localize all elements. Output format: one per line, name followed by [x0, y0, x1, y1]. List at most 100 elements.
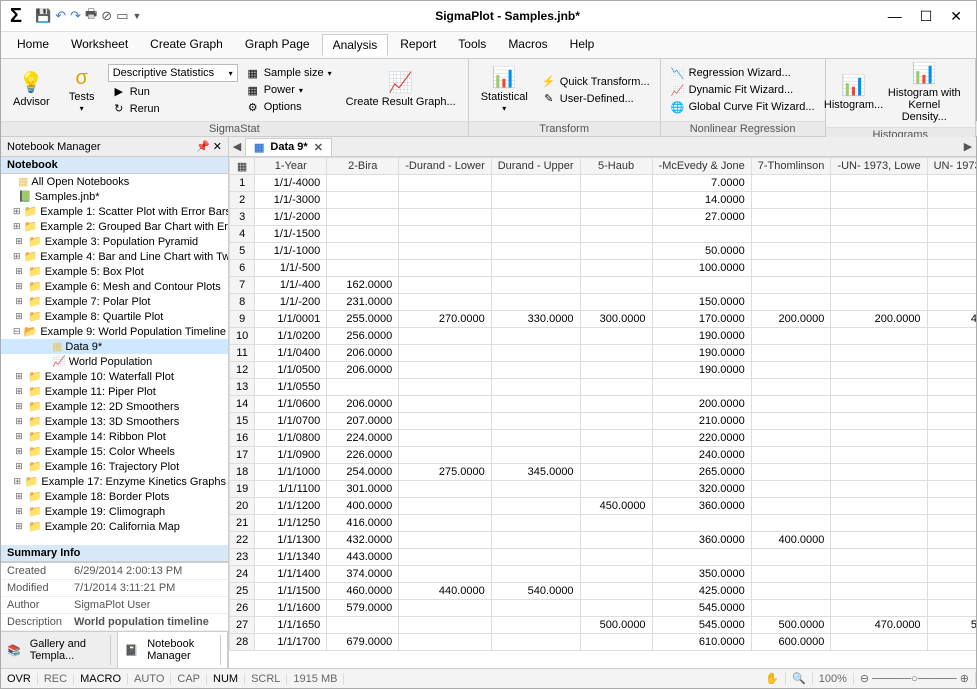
cell[interactable]: 1/1/1400 [255, 566, 327, 583]
row-header[interactable]: 18 [230, 464, 255, 481]
run-button[interactable]: ▶Run [108, 84, 238, 99]
tree-item[interactable]: ⊞📁Example 16: Trajectory Plot [1, 459, 228, 474]
row-header[interactable]: 10 [230, 328, 255, 345]
cell[interactable] [927, 515, 976, 532]
cell[interactable]: 400.0000 [751, 532, 831, 549]
cell[interactable] [399, 481, 491, 498]
cell[interactable] [927, 294, 976, 311]
status-ovr[interactable]: OVR [1, 673, 38, 685]
tab-close-icon[interactable]: ✕ [314, 141, 323, 154]
row-header[interactable]: 6 [230, 260, 255, 277]
cell[interactable]: 425.0000 [652, 583, 751, 600]
cell[interactable] [831, 192, 927, 209]
power-button[interactable]: ▦Power▾ [242, 83, 336, 98]
tree-item[interactable]: ⊞📁Example 13: 3D Smoothers [1, 414, 228, 429]
undo-icon[interactable]: ↶ [55, 8, 66, 24]
cell[interactable] [751, 345, 831, 362]
cell[interactable] [491, 396, 580, 413]
cell[interactable] [751, 583, 831, 600]
cell[interactable] [399, 634, 491, 651]
cell[interactable]: 190.0000 [652, 362, 751, 379]
cell[interactable]: 416.0000 [327, 515, 399, 532]
cell[interactable] [580, 549, 652, 566]
cell[interactable]: 1/1/1600 [255, 600, 327, 617]
cell[interactable]: 300.0000 [580, 311, 652, 328]
cell[interactable]: 224.0000 [327, 430, 399, 447]
cell[interactable]: 1/1/-1000 [255, 243, 327, 260]
cell[interactable]: 400.0000 [327, 498, 399, 515]
cell[interactable]: 374.0000 [327, 566, 399, 583]
cell[interactable] [580, 260, 652, 277]
row-header[interactable]: 13 [230, 379, 255, 396]
cell[interactable] [491, 226, 580, 243]
hand-tool-icon[interactable]: ✋ [759, 672, 786, 685]
cell[interactable] [751, 430, 831, 447]
cell[interactable] [751, 600, 831, 617]
tree-item[interactable]: ⊞📁Example 17: Enzyme Kinetics Graphs [1, 474, 228, 489]
row-header[interactable]: 2 [230, 192, 255, 209]
close-button[interactable]: ✕ [950, 8, 962, 25]
row-header[interactable]: 27 [230, 617, 255, 634]
column-header[interactable]: 5-Haub [580, 158, 652, 175]
cell[interactable] [751, 226, 831, 243]
qat-dropdown-icon[interactable]: ▼ [132, 11, 141, 21]
menu-graph-page[interactable]: Graph Page [235, 34, 320, 56]
cell[interactable] [831, 379, 927, 396]
cell[interactable]: 400.0000 [927, 311, 976, 328]
cell[interactable] [491, 243, 580, 260]
cell[interactable] [491, 345, 580, 362]
cell[interactable] [327, 192, 399, 209]
cell[interactable]: 1/1/0550 [255, 379, 327, 396]
row-header[interactable]: 22 [230, 532, 255, 549]
cell[interactable] [927, 379, 976, 396]
cell[interactable] [491, 600, 580, 617]
tree-item[interactable]: ⊞📁Example 2: Grouped Bar Chart with Erro… [1, 219, 228, 234]
column-header[interactable]: UN- 1973, Upper [927, 158, 976, 175]
cell[interactable]: 330.0000 [491, 311, 580, 328]
print-icon[interactable]: 🖶 [85, 5, 97, 27]
cell[interactable] [580, 192, 652, 209]
cell[interactable] [399, 549, 491, 566]
cell[interactable] [927, 243, 976, 260]
row-header[interactable]: 17 [230, 447, 255, 464]
cell[interactable] [399, 566, 491, 583]
cell[interactable] [751, 175, 831, 192]
cell[interactable] [580, 566, 652, 583]
row-header[interactable]: 5 [230, 243, 255, 260]
histogram-kernel-button[interactable]: 📊Histogram with Kernel Density... [880, 61, 969, 125]
cell[interactable]: 500.0000 [580, 617, 652, 634]
cell[interactable] [491, 498, 580, 515]
maximize-button[interactable]: ☐ [920, 8, 933, 25]
cell[interactable] [831, 345, 927, 362]
quick-transform-button[interactable]: ⚡Quick Transform... [538, 74, 654, 89]
status-scrl[interactable]: SCRL [245, 673, 287, 685]
menu-macros[interactable]: Macros [498, 34, 557, 56]
cell[interactable] [580, 379, 652, 396]
cell[interactable] [831, 175, 927, 192]
rerun-button[interactable]: ↻Rerun [108, 101, 238, 116]
cell[interactable]: 220.0000 [652, 430, 751, 447]
cell[interactable] [751, 209, 831, 226]
cell[interactable]: 150.0000 [652, 294, 751, 311]
cell[interactable]: 1/1/0200 [255, 328, 327, 345]
corner-cell[interactable]: ▦ [230, 158, 255, 175]
row-header[interactable]: 28 [230, 634, 255, 651]
cell[interactable] [927, 328, 976, 345]
cell[interactable] [491, 379, 580, 396]
cell[interactable]: 545.0000 [927, 617, 976, 634]
cell[interactable] [751, 362, 831, 379]
tree-item[interactable]: ⊞📁Example 1: Scatter Plot with Error Bar… [1, 204, 228, 219]
cell[interactable] [399, 515, 491, 532]
status-num[interactable]: NUM [207, 673, 245, 685]
cell[interactable] [831, 566, 927, 583]
worksheet-tab[interactable]: ▦ Data 9* ✕ [245, 138, 332, 156]
cell[interactable] [399, 328, 491, 345]
cell[interactable] [399, 243, 491, 260]
cell[interactable] [399, 430, 491, 447]
cell[interactable] [927, 566, 976, 583]
deny-icon[interactable]: ⊘ [101, 8, 112, 24]
cell[interactable] [927, 209, 976, 226]
cell[interactable]: 360.0000 [652, 532, 751, 549]
row-header[interactable]: 9 [230, 311, 255, 328]
column-header[interactable]: 7-Thomlinson [751, 158, 831, 175]
